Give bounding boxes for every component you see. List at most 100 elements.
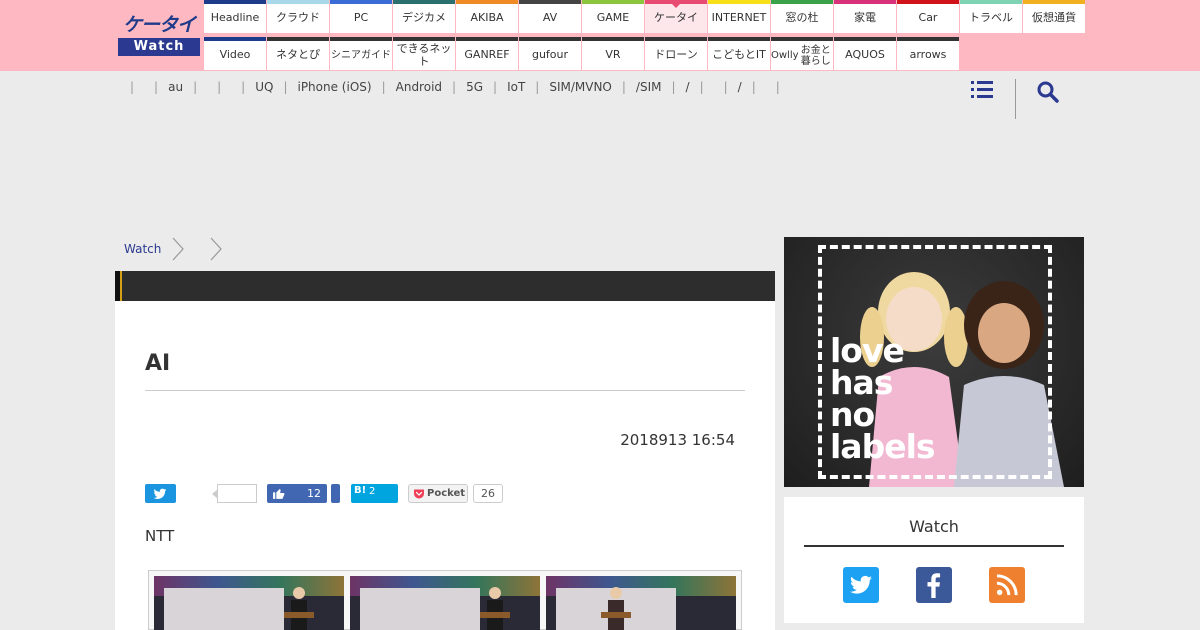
subnav-item[interactable]: Android — [386, 80, 452, 94]
nav-tab[interactable]: VR — [582, 37, 644, 70]
nav-tab-label: Car — [918, 11, 938, 25]
nav-tab-label: GANREF — [464, 48, 510, 62]
subnav-item[interactable]: UQ — [245, 80, 283, 94]
nav-tab[interactable]: AKIBA — [456, 0, 518, 33]
hamburger-menu-icon[interactable] — [971, 80, 993, 98]
ad-slogan: love has no labels — [830, 331, 936, 466]
nav-tab-label: できるネット — [396, 42, 452, 68]
nav-tab-label: VR — [605, 48, 621, 62]
nav-tab[interactable]: シニア ガイド — [330, 37, 392, 70]
category-subnav: | | au | | | UQ | iPhone (iOS) | Android | 5G | IoT | SI… — [130, 79, 780, 95]
gallery-thumbnail[interactable] — [154, 576, 344, 630]
nav-tab-label: 家電 — [854, 11, 876, 25]
nav-tab-label: ガイド — [361, 50, 391, 61]
nav-tab-label: クラウド — [276, 11, 320, 25]
nav-tab-label: Headline — [210, 11, 260, 25]
pocket-save-button[interactable]: Pocket — [408, 484, 468, 503]
rss-icon — [996, 574, 1018, 596]
nav-tab[interactable]: ケータイ — [645, 0, 707, 33]
nav-tab-label: ドローン — [654, 48, 698, 62]
nav-tab-label: INTERNET — [711, 11, 767, 25]
facebook-like-button[interactable]: 12 — [267, 484, 327, 503]
twitter-follow-button[interactable] — [843, 567, 879, 603]
nav-tab[interactable]: PC — [330, 0, 392, 33]
nav-tab[interactable]: gufour — [519, 37, 581, 70]
article-date: 2018913 16:54 — [620, 431, 735, 449]
nav-tab[interactable]: Video — [204, 37, 266, 70]
facebook-icon — [927, 573, 941, 598]
subnav-item[interactable]: SIM/MVNO — [539, 80, 622, 94]
hatena-bookmark-button[interactable]: B! 2 — [351, 484, 398, 503]
subnav-item[interactable]: 5G — [456, 80, 493, 94]
breadcrumb-home[interactable]: Watch — [124, 242, 161, 256]
gallery-thumbnail[interactable] — [350, 576, 540, 630]
nav-tab-label: こどもとIT — [712, 48, 766, 62]
facebook-follow-button[interactable] — [916, 567, 952, 603]
site-header: ケータイ Watch Headline クラウド PC デジカメ AKIBA AV GAME… — [0, 0, 1200, 71]
twitter-share-button[interactable] — [145, 484, 176, 503]
site-logo[interactable]: ケータイ Watch — [118, 12, 200, 56]
follow-divider — [804, 545, 1064, 547]
nav-tab[interactable]: AV — [519, 0, 581, 33]
nav-tab[interactable]: Owlly お金と暮らし — [771, 37, 833, 70]
nav-tab-label: ネタとぴ — [276, 48, 320, 62]
nav-tab-label: 窓の杜 — [785, 11, 819, 25]
subnav-item[interactable]: IoT — [497, 80, 535, 94]
pocket-icon — [414, 489, 424, 499]
hatena-count: 2 — [369, 486, 376, 497]
subnav-separator: | — [699, 80, 704, 94]
nav-tab[interactable]: Car — [897, 0, 959, 33]
nav-tab[interactable]: GANREF — [456, 37, 518, 70]
facebook-share-button[interactable] — [331, 484, 340, 503]
nav-tab[interactable]: GAME — [582, 0, 644, 33]
title-divider — [145, 390, 745, 391]
nav-tab[interactable]: ネタとぴ — [267, 37, 329, 70]
pocket-count: 26 — [473, 484, 503, 503]
nav-tab-label: AKIBA — [470, 11, 504, 25]
subnav-separator: | — [751, 80, 756, 94]
nav-tab-label: AV — [542, 11, 558, 25]
subnav-item[interactable]: iPhone (iOS) — [287, 80, 381, 94]
performer-figure — [480, 587, 510, 630]
nav-tab[interactable]: クラウド — [267, 0, 329, 33]
nav-tab[interactable]: デジカメ — [393, 0, 455, 33]
nav-tab[interactable]: AQUOS — [834, 37, 896, 70]
article-lead: NTT — [145, 527, 175, 545]
article-body: AI 2018913 16:54 12 B! 2 Pocket 26 NTT — [115, 301, 775, 630]
performer-figure — [284, 587, 314, 630]
breadcrumb: Watch — [124, 236, 237, 262]
nav-tab-label: 仮想通貨 — [1032, 11, 1076, 25]
nav-tab[interactable]: Headline — [204, 0, 266, 33]
hatena-mark: B! — [354, 485, 367, 496]
subnav-item[interactable]: /SIM — [626, 80, 672, 94]
nav-tab[interactable]: arrows — [897, 37, 959, 70]
follow-title: Watch — [909, 517, 959, 536]
site-nav-grid: Headline クラウド PC デジカメ AKIBA AV GAME ケータイ INTERNE… — [204, 0, 1086, 71]
nav-tab[interactable]: 窓の杜 — [771, 0, 833, 33]
nav-tab[interactable]: 家電 — [834, 0, 896, 33]
chevron-right-icon — [172, 237, 185, 261]
gallery-thumbnail[interactable] — [546, 576, 736, 630]
nav-tab[interactable]: 仮想通貨 — [1023, 0, 1085, 33]
rss-feed-button[interactable] — [989, 567, 1025, 603]
performer-figure — [601, 587, 631, 630]
pocket-label: Pocket — [427, 488, 466, 499]
subnav-item[interactable]: / — [728, 80, 752, 94]
chevron-right-icon — [210, 237, 223, 261]
nav-tab[interactable]: こどもとIT — [708, 37, 770, 70]
twitter-icon — [850, 575, 872, 594]
nav-tab[interactable]: できるネット — [393, 37, 455, 70]
nav-tab-label: デジカメ — [402, 11, 446, 25]
subnav-item[interactable]: / — [676, 80, 700, 94]
nav-tab[interactable]: INTERNET — [708, 0, 770, 33]
nav-tab-label: トラベル — [969, 11, 1013, 25]
subnav-separator: | — [193, 80, 198, 94]
nav-tab-label: ケータイ — [654, 11, 698, 25]
subnav-item[interactable]: au — [158, 80, 193, 94]
sidebar-ad-banner[interactable]: love has no labels — [784, 237, 1084, 487]
nav-tab[interactable]: トラベル — [960, 0, 1022, 33]
subnav-separator: | — [775, 80, 780, 94]
search-icon[interactable] — [1036, 80, 1060, 104]
nav-tab[interactable]: ドローン — [645, 37, 707, 70]
thumbs-up-icon — [273, 489, 285, 499]
